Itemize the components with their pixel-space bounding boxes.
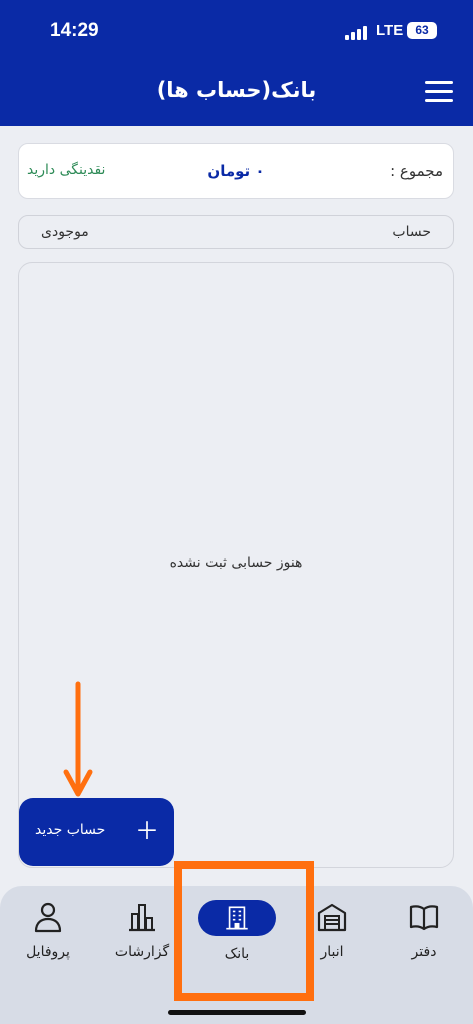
warehouse-icon <box>317 903 347 932</box>
page-title: بانک(حساب ها) <box>156 78 317 102</box>
liquidity-status: نقدینگی دارید <box>27 162 106 178</box>
user-icon <box>34 902 62 933</box>
battery-icon: 63 <box>407 22 437 39</box>
column-balance: موجودی <box>41 224 89 240</box>
empty-state-message: هنوز حسابی ثبت نشده <box>169 555 303 571</box>
summary-card: مجموع : ۰ تومان نقدینگی دارید <box>18 143 454 199</box>
annotation-arrow <box>63 681 93 797</box>
nav-label-profile: پروفایل <box>26 944 70 960</box>
new-account-button[interactable]: ＋ حساب جدید <box>19 798 174 866</box>
book-icon <box>409 905 439 931</box>
annotation-highlight-box <box>174 861 314 1001</box>
status-bar: 14:29 LTE 63 <box>0 0 473 62</box>
signal-icon <box>345 24 371 40</box>
bar-chart-icon <box>129 904 155 932</box>
nav-label-ledger: دفتر <box>411 944 437 960</box>
table-header: حساب موجودی <box>18 215 454 249</box>
nav-item-profile[interactable]: پروفایل <box>3 900 93 960</box>
new-account-label: حساب جدید <box>35 822 106 838</box>
home-indicator <box>168 1010 306 1015</box>
battery-level: 63 <box>415 23 429 37</box>
plus-icon: ＋ <box>135 817 159 845</box>
status-time: 14:29 <box>50 20 99 41</box>
hamburger-menu-icon[interactable] <box>425 81 453 103</box>
network-type: LTE <box>376 22 404 39</box>
app-bar: بانک(حساب ها) <box>0 62 473 126</box>
column-account: حساب <box>392 224 431 240</box>
nav-item-ledger[interactable]: دفتر <box>379 900 469 960</box>
